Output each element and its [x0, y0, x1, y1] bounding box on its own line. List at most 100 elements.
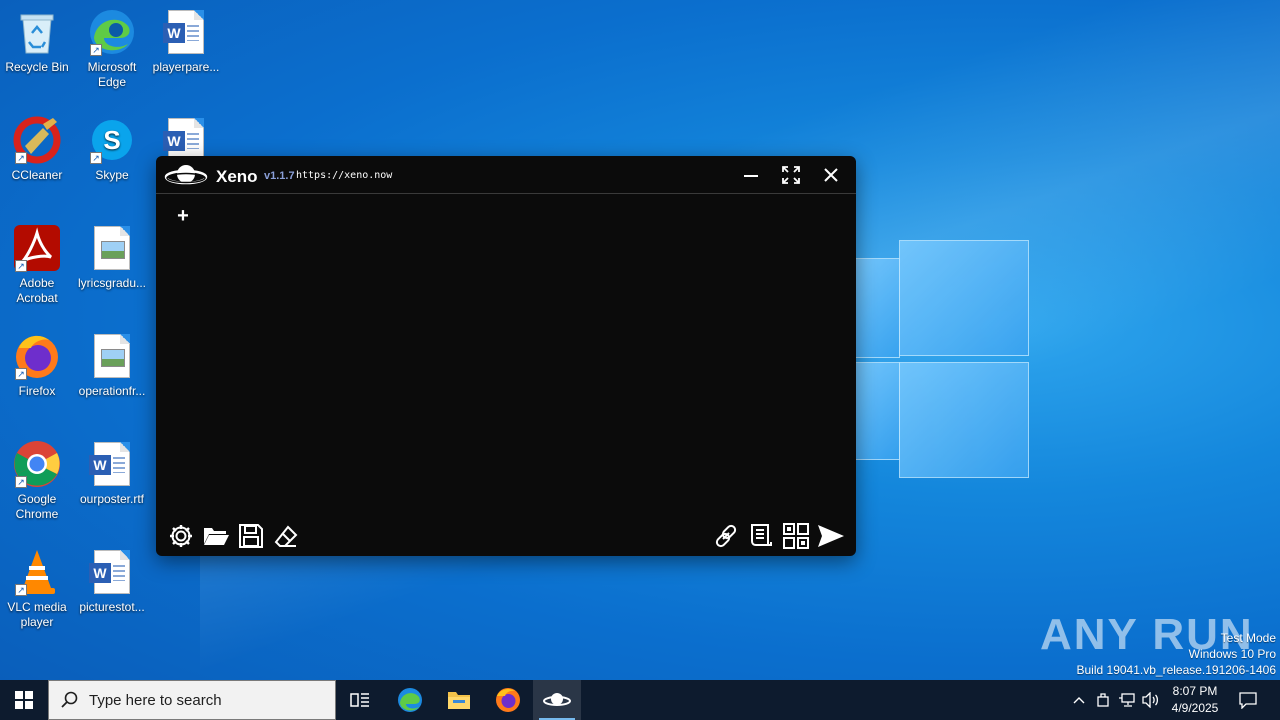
folder-icon	[204, 528, 229, 545]
svg-text:S: S	[103, 125, 120, 155]
image-file-icon	[88, 224, 136, 272]
adobe-acrobat-icon: ↗	[13, 224, 61, 272]
settings-button[interactable]	[166, 522, 196, 550]
desktop-icon-label: Skype	[95, 168, 129, 182]
search-placeholder: Type here to search	[89, 691, 222, 709]
word-document-icon: W	[88, 440, 136, 488]
chevron-up-icon	[1073, 697, 1085, 704]
clear-button[interactable]	[271, 522, 301, 550]
word-document-icon: W	[88, 548, 136, 596]
script-hub-button[interactable]	[746, 522, 776, 550]
desktop-icon-label: Recycle Bin	[5, 60, 69, 74]
desktop-icon-microsoft-edge[interactable]: ↗ Microsoft Edge	[73, 8, 151, 90]
floppy-disk-icon	[239, 524, 263, 548]
task-view-icon	[350, 693, 369, 707]
usb-device-icon	[1097, 693, 1109, 707]
saturn-logo-icon	[164, 161, 208, 189]
desktop-icon-label: lyricsgradu...	[77, 276, 147, 290]
start-button[interactable]	[0, 680, 48, 720]
firefox-icon	[496, 688, 520, 712]
desktop-icon-label: Adobe Acrobat	[16, 276, 58, 305]
desktop-icon-vlc[interactable]: ↗ VLC media player	[0, 548, 76, 630]
desktop-icon-recycle-bin[interactable]: Recycle Bin	[0, 8, 76, 75]
desktop-icon-ccleaner[interactable]: ↗ CCleaner	[0, 116, 76, 183]
save-button[interactable]	[236, 522, 266, 550]
desktop-icon-label: Firefox	[18, 384, 56, 398]
task-view-button[interactable]	[336, 680, 384, 720]
link-icon	[715, 524, 737, 548]
open-file-button[interactable]	[201, 522, 231, 550]
firefox-icon: ↗	[13, 332, 61, 380]
taskbar-clock[interactable]: 8:07 PM 4/9/2025	[1160, 683, 1230, 717]
desktop-icon-adobe-acrobat[interactable]: ↗ Adobe Acrobat	[0, 224, 76, 306]
show-hidden-icons-button[interactable]	[1068, 680, 1090, 720]
taskbar: Type here to search 8:07 PM 4/9/2025	[0, 680, 1280, 720]
close-button[interactable]	[819, 164, 843, 186]
network-icon	[1119, 693, 1135, 707]
desktop-icon-label: CCleaner	[11, 168, 63, 182]
desktop-icon-lyricsgradu[interactable]: lyricsgradu...	[73, 224, 151, 291]
windows-start-icon	[15, 691, 33, 709]
desktop-icon-playerpare[interactable]: W playerpare...	[147, 8, 225, 75]
grid-icon	[783, 523, 809, 549]
speaker-icon	[1142, 692, 1159, 708]
minimize-button[interactable]	[739, 164, 763, 186]
xeno-titlebar[interactable]: Xeno v1.1.7 https://xeno.now	[156, 156, 856, 194]
desktop-icon-firefox[interactable]: ↗ Firefox	[0, 332, 76, 399]
desktop-icon-skype[interactable]: S ↗ Skype	[73, 116, 151, 183]
image-file-icon	[88, 332, 136, 380]
desktop-icon-picturestot[interactable]: W picturestot...	[73, 548, 151, 615]
clients-button[interactable]	[781, 522, 811, 550]
taskbar-edge[interactable]	[386, 680, 434, 720]
close-icon	[824, 168, 838, 182]
add-tab-button[interactable]: +	[174, 206, 192, 226]
edge-icon	[398, 688, 422, 712]
test-mode-line: Test Mode	[1220, 631, 1276, 645]
windows-wallpaper-logo	[855, 240, 1030, 480]
desktop-icon-label: playerpare...	[152, 60, 220, 74]
desktop-icon-label: VLC media player	[7, 600, 67, 629]
skype-icon: S ↗	[88, 116, 136, 164]
vlc-icon: ↗	[13, 548, 61, 596]
attach-button[interactable]	[711, 522, 741, 550]
search-icon	[61, 691, 78, 708]
taskbar-firefox[interactable]	[484, 680, 532, 720]
desktop-icon-operationfr[interactable]: operationfr...	[73, 332, 151, 399]
app-url[interactable]: https://xeno.now	[296, 170, 392, 181]
taskbar-file-explorer[interactable]	[435, 680, 483, 720]
desktop-icon-label: picturestot...	[79, 600, 145, 614]
word-document-icon: W	[162, 8, 210, 56]
tray-network-button[interactable]	[1116, 680, 1138, 720]
desktop-icon-google-chrome[interactable]: ↗ Google Chrome	[0, 440, 76, 522]
build-line: Build 19041.vb_release.191206-1406	[1076, 663, 1277, 677]
tray-device-button[interactable]	[1092, 680, 1114, 720]
action-center-button[interactable]	[1234, 680, 1262, 720]
clock-date: 4/9/2025	[1171, 701, 1219, 715]
tray-volume-button[interactable]	[1140, 680, 1162, 720]
maximize-button[interactable]	[779, 164, 803, 186]
maximize-icon	[782, 166, 800, 184]
recycle-bin-icon	[13, 8, 61, 56]
taskbar-search-box[interactable]: Type here to search	[48, 680, 336, 720]
app-name: Xeno	[216, 167, 258, 186]
chrome-icon: ↗	[13, 440, 61, 488]
windows-edition-line: Windows 10 Pro	[1188, 647, 1276, 661]
edge-icon: ↗	[88, 8, 136, 56]
desktop-icon-ourposter[interactable]: W ourposter.rtf	[73, 440, 151, 507]
clock-time: 8:07 PM	[1172, 684, 1218, 698]
taskbar-xeno[interactable]	[533, 680, 581, 720]
xeno-window: Xeno v1.1.7 https://xeno.now +	[156, 156, 856, 556]
ccleaner-icon: ↗	[13, 116, 61, 164]
app-version: v1.1.7	[264, 170, 295, 182]
scroll-icon	[751, 524, 772, 546]
windows-test-mode-text: Test Mode Windows 10 Pro Build 19041.vb_…	[1077, 630, 1277, 678]
eraser-icon	[274, 525, 298, 547]
gear-icon	[170, 525, 192, 547]
execute-button[interactable]	[816, 522, 846, 550]
notification-icon	[1239, 692, 1257, 709]
desktop-icon-label: operationfr...	[78, 384, 146, 398]
send-icon	[818, 525, 844, 547]
desktop-icon-label: Microsoft Edge	[87, 60, 137, 89]
file-explorer-icon	[448, 692, 470, 709]
desktop-icon-label: ourposter.rtf	[79, 492, 145, 506]
